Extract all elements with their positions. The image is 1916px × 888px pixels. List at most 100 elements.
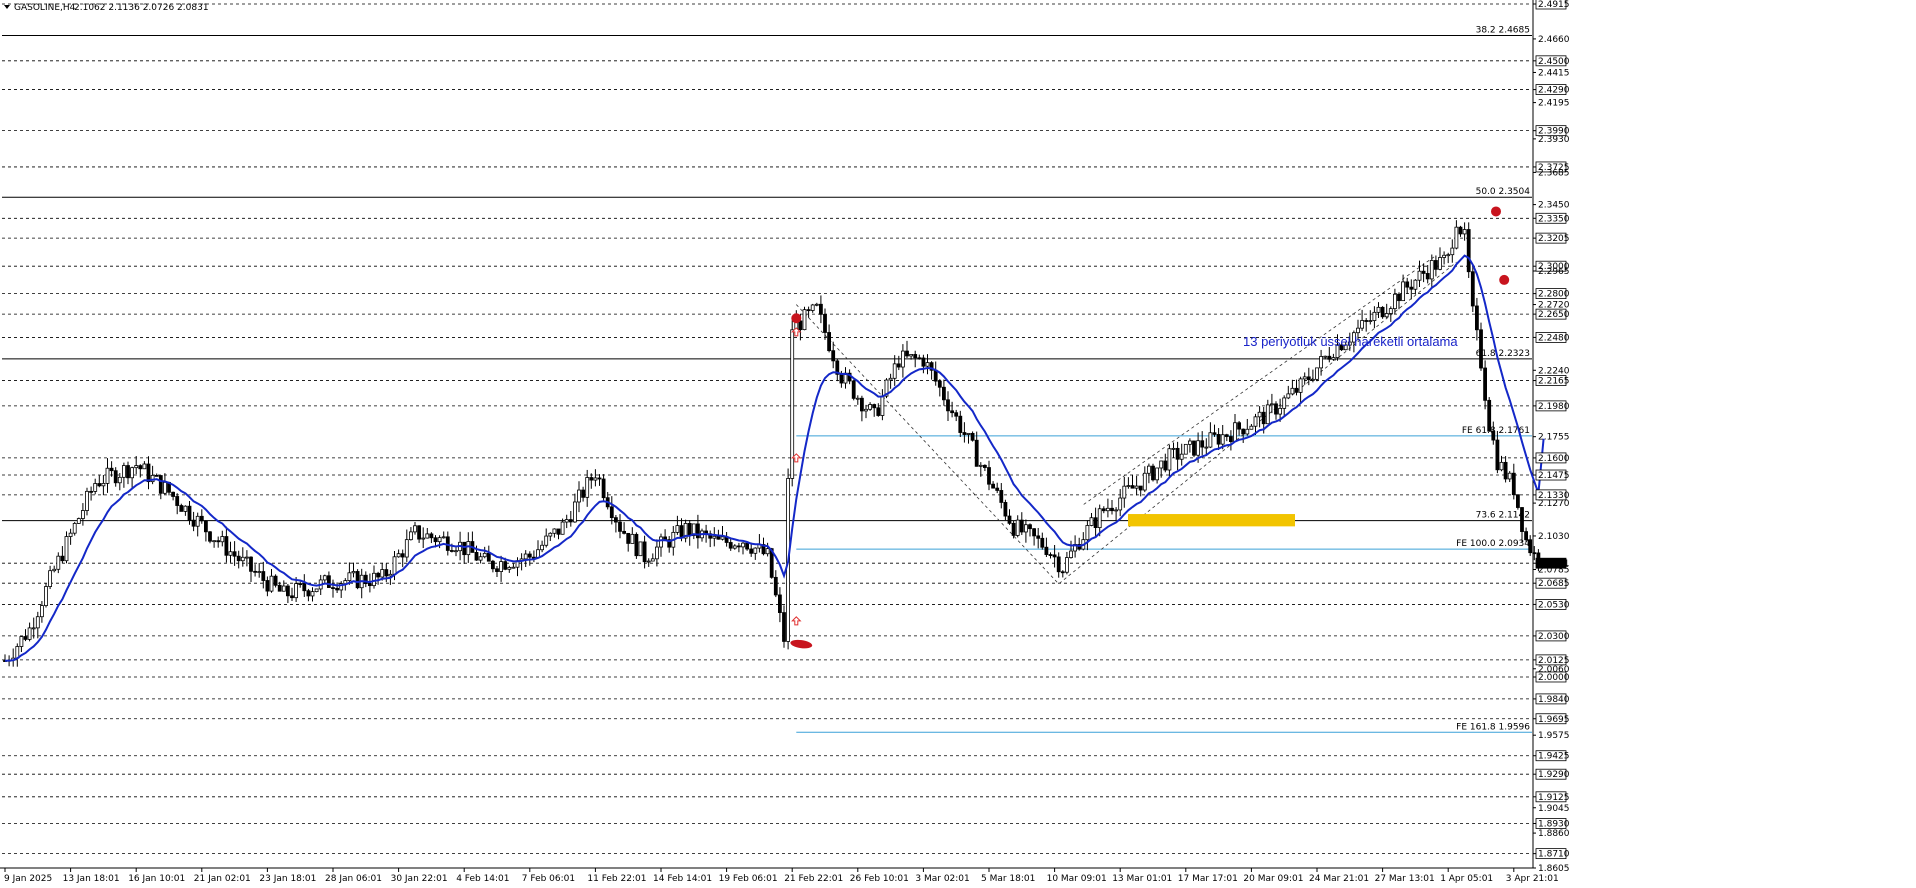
candle (1487, 397, 1492, 432)
candle-body (831, 350, 836, 362)
price-tick-label: 1.9575 (1538, 731, 1570, 741)
candle-body (495, 568, 499, 572)
candle-body (991, 483, 995, 489)
candle-body (228, 551, 233, 556)
price-tick-label: 2.0530 (1538, 600, 1570, 610)
candle-body (1454, 226, 1459, 249)
candle-body (876, 407, 881, 416)
candle-body (1163, 460, 1168, 471)
price-tick-label: 2.3205 (1538, 234, 1570, 244)
price-tick-label: 2.2165 (1538, 377, 1570, 387)
time-tick-label: 21 Feb 22:01 (784, 874, 843, 884)
price-tick-label: 2.4660 (1538, 35, 1570, 45)
candle-body (1044, 546, 1049, 555)
candle-body (1220, 434, 1225, 445)
candle-body (868, 404, 872, 410)
candle-body (1224, 434, 1229, 437)
candle-body (716, 535, 721, 540)
candle-body (749, 548, 754, 554)
candle-body (634, 533, 639, 557)
candle-body (81, 510, 85, 519)
candle-body (552, 528, 557, 534)
candle-body (1028, 524, 1032, 530)
time-tick-label: 27 Mar 13:01 (1375, 874, 1435, 884)
candle (638, 541, 643, 557)
candle-body (195, 515, 200, 527)
candle-body (261, 571, 266, 581)
candle-body (618, 521, 622, 532)
candle-body (1208, 432, 1213, 448)
candle-body (798, 320, 803, 331)
candle-body (597, 477, 602, 480)
candle-body (511, 566, 516, 569)
candle-body (1507, 472, 1512, 480)
price-tick-label: 2.1755 (1538, 433, 1570, 443)
candle-body (1237, 422, 1241, 430)
candle-body (56, 555, 61, 570)
candle-body (581, 489, 585, 498)
candle-body (429, 533, 434, 539)
candle-body (872, 404, 877, 409)
price-tick-label: 1.8930 (1538, 819, 1570, 829)
candle-body (880, 395, 885, 416)
candle-body (593, 477, 598, 481)
candle-body (741, 542, 745, 548)
price-tick-label: 2.2240 (1538, 366, 1570, 376)
candle-body (404, 539, 409, 558)
candle-body (449, 550, 454, 552)
price-tick-label: 2.1980 (1538, 402, 1570, 412)
candle-body (216, 540, 221, 543)
price-tick-label: 2.4290 (1538, 86, 1570, 96)
price-tick-label: 1.9290 (1538, 770, 1570, 780)
fib-level-label: 50.0 2.3504 (1476, 187, 1531, 197)
candle-body (31, 627, 36, 630)
candle-body (888, 377, 893, 381)
candle-body (413, 525, 417, 533)
candle-body (72, 523, 77, 534)
candle-body (105, 467, 110, 484)
price-tick-label: 2.1030 (1538, 532, 1570, 542)
candle-body (1434, 260, 1438, 270)
price-tick-label: 2.0785 (1538, 566, 1570, 576)
candle-body (1130, 485, 1135, 489)
candle-body (1499, 461, 1504, 471)
candle-body (1241, 428, 1246, 435)
candle-body (64, 536, 69, 562)
time-tick-label: 3 Mar 02:01 (915, 874, 969, 884)
candle-body (1097, 508, 1102, 529)
candle-body (314, 588, 319, 593)
candle-body (294, 583, 299, 599)
candle-body (974, 439, 979, 467)
candle (44, 583, 48, 608)
time-tick-label: 13 Jan 18:01 (63, 874, 120, 884)
candle-body (536, 549, 540, 558)
candle-body (921, 357, 926, 367)
candle-body (335, 587, 340, 591)
candle-body (782, 612, 786, 642)
signal-marker-dot (1491, 206, 1501, 217)
candle-body (1253, 416, 1258, 427)
fe-level-label: FE 100.0 2.0934 (1456, 539, 1530, 549)
candle-body (1524, 531, 1528, 541)
candle (1315, 367, 1319, 382)
candle-body (687, 523, 692, 537)
candle-body (117, 476, 122, 484)
candle-body (970, 432, 975, 441)
time-tick-label: 17 Mar 17:01 (1178, 874, 1238, 884)
candle-body (130, 467, 135, 479)
candle-body (851, 380, 856, 399)
candle-body (175, 496, 180, 506)
candle-body (1372, 311, 1377, 321)
candle-body (1155, 467, 1159, 481)
candle-body (1019, 519, 1024, 533)
price-tick-label: 2.0685 (1538, 579, 1570, 589)
candle-body (265, 580, 270, 592)
candle-body (302, 583, 307, 592)
candle-body (273, 575, 278, 586)
candle-body (372, 572, 376, 587)
price-chart[interactable]: 38.2 2.468550.0 2.350461.8 2.232373.6 2.… (0, 0, 1916, 888)
candle-body (1270, 403, 1274, 406)
price-tick-label: 2.2650 (1538, 310, 1570, 320)
candle (851, 379, 856, 401)
candle-body (839, 373, 844, 384)
